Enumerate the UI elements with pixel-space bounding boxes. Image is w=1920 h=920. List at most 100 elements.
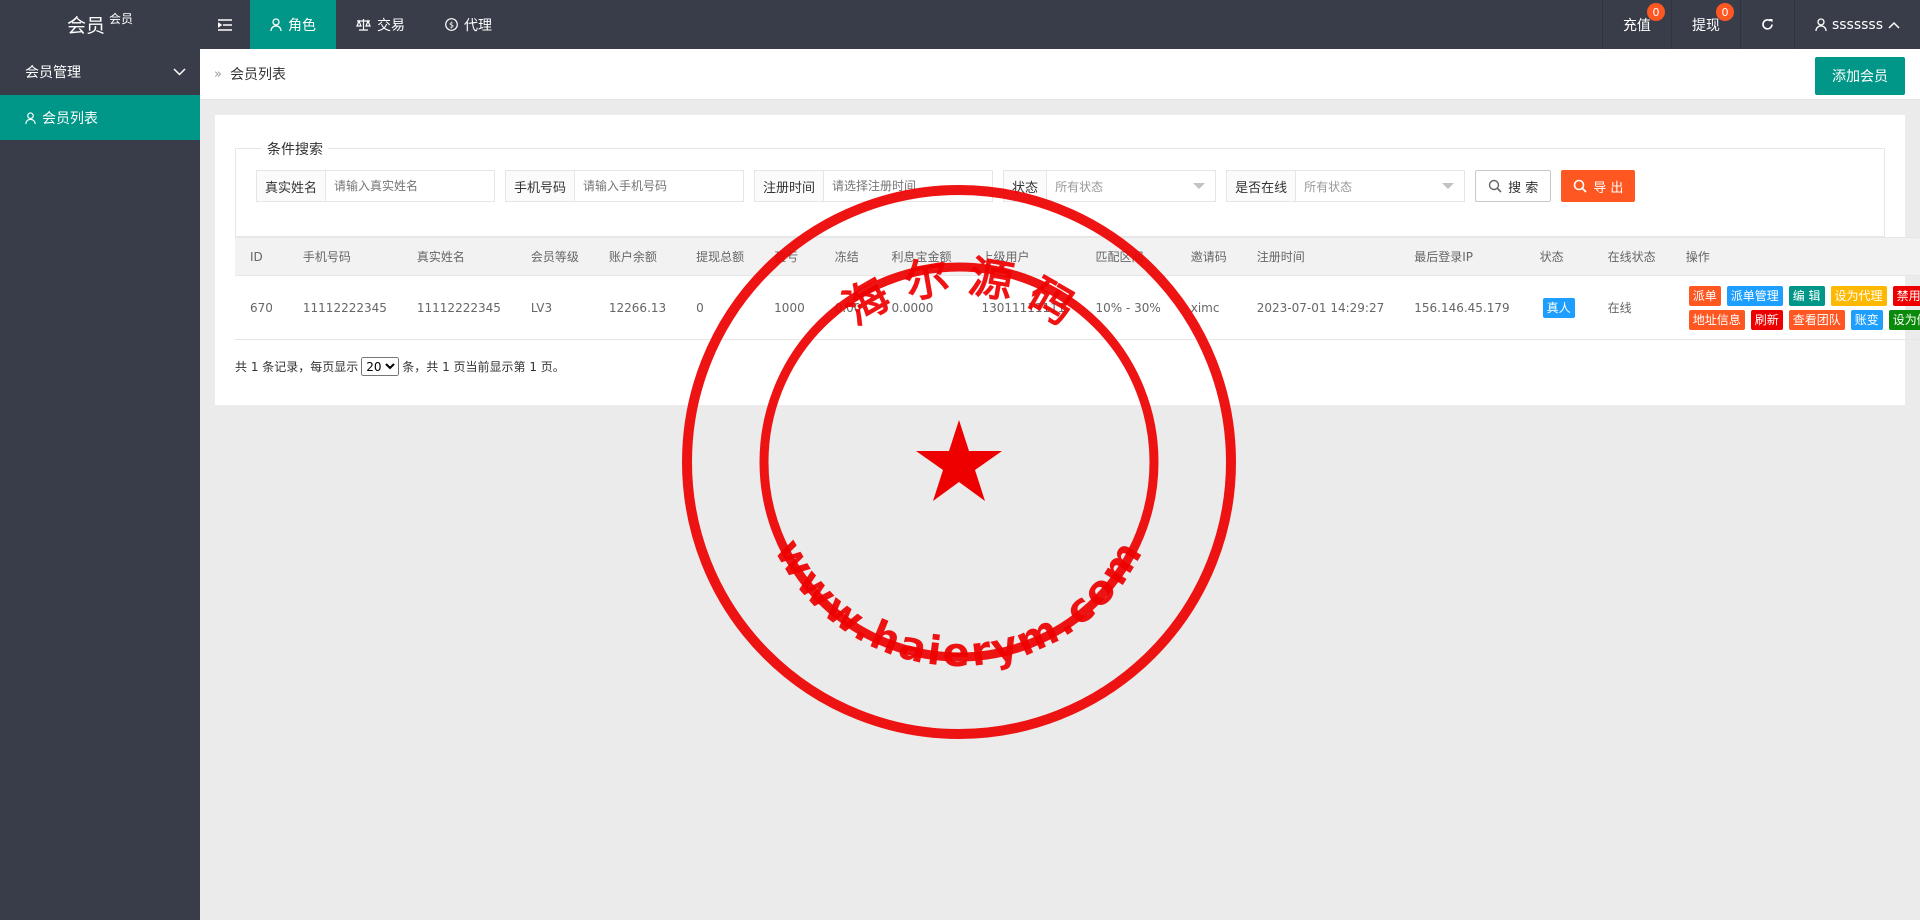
col-header: 状态: [1524, 237, 1593, 276]
sidebar-group-label: 会员管理: [25, 65, 81, 81]
status-badge: 真人: [1542, 297, 1575, 318]
topnav-item-role[interactable]: 角色: [250, 0, 336, 49]
cell-online: 在线: [1592, 275, 1671, 340]
search-icon: [1573, 179, 1587, 193]
user-menu[interactable]: sssssss: [1793, 0, 1920, 49]
action-button[interactable]: 账变: [1850, 309, 1883, 330]
select-value: 所有状态: [1304, 179, 1353, 194]
export-button-label: 导 出: [1593, 180, 1624, 196]
action-button[interactable]: 地址信息: [1688, 309, 1745, 330]
topnav-item-trade[interactable]: 交易: [336, 0, 425, 49]
action-button[interactable]: 派单管理: [1726, 285, 1783, 306]
content-card: 条件搜索 真实姓名 手机号码 注册时间 状态 所有状态: [215, 115, 1920, 405]
action-button[interactable]: 设为假: [1888, 309, 1920, 330]
sidebar-item-member-list[interactable]: 会员列表: [0, 95, 200, 140]
col-header: 真实姓名: [401, 237, 516, 276]
pager-prefix: 共 1 条记录，每页显示: [235, 360, 359, 374]
recharge-button[interactable]: 充值 0: [1601, 0, 1671, 49]
cell-parent: 13011111111: [966, 275, 1081, 340]
add-member-button[interactable]: 添加会员: [1815, 57, 1905, 95]
recharge-badge: 0: [1646, 3, 1665, 21]
actions-group: 派单派单管理编 辑设为代理禁用 地址信息刷新查看团队账变设为假: [1686, 285, 1920, 331]
topnav-item-agent[interactable]: $ 代理: [425, 0, 512, 49]
field-label: 手机号码: [506, 171, 576, 201]
user-icon: [270, 18, 282, 31]
pager-suffix: 条，共 1 页当前显示第 1 页。: [402, 360, 565, 374]
recharge-label: 充值: [1622, 17, 1651, 34]
sidebar-group-member[interactable]: 会员管理: [0, 49, 200, 95]
action-button[interactable]: 编 辑: [1788, 285, 1825, 306]
col-header: 操作: [1670, 237, 1920, 276]
withdraw-badge: 0: [1715, 3, 1734, 21]
member-table: ID 手机号码 真实姓名 会员等级 账户余额 提现总额 盈亏 冻结 利息宝金额 …: [235, 237, 1920, 340]
cell-withdraw-total: 0: [681, 275, 760, 340]
col-header: 会员等级: [515, 237, 594, 276]
col-header: 盈亏: [759, 237, 820, 276]
withdraw-button[interactable]: 提现 0: [1670, 0, 1740, 49]
field-label: 是否在线: [1227, 171, 1297, 201]
phone-input[interactable]: [575, 171, 744, 201]
member-table-wrap: ID 手机号码 真实姓名 会员等级 账户余额 提现总额 盈亏 冻结 利息宝金额 …: [235, 237, 1920, 341]
chevron-down-icon: [173, 68, 186, 76]
field-label: 状态: [1004, 171, 1048, 201]
refresh-button[interactable]: [1739, 0, 1794, 49]
col-header: 在线状态: [1592, 237, 1671, 276]
table-row: 670 11112222345 11112222345 LV3 12266.13…: [235, 275, 1920, 340]
actions-line: 派单 派单管理编 辑设为代理 禁用: [1686, 285, 1920, 307]
svg-text:$: $: [449, 21, 454, 30]
caret-down-icon: [1193, 183, 1206, 189]
col-header: 注册时间: [1241, 237, 1400, 276]
col-header: 提现总额: [681, 237, 760, 276]
action-button[interactable]: 禁用: [1892, 285, 1920, 306]
online-select[interactable]: 所有状态: [1296, 171, 1464, 201]
register-time-input[interactable]: [824, 171, 993, 201]
col-header: 上级用户: [966, 237, 1081, 276]
col-header: 邀请码: [1175, 237, 1242, 276]
phone-field: 手机号码: [505, 170, 745, 202]
field-label: 真实姓名: [257, 171, 327, 201]
breadcrumb: » 会员列表 添加会员: [200, 49, 1920, 100]
cell-status: 真人: [1524, 275, 1593, 340]
topnav-item-label: 代理: [464, 17, 492, 34]
online-field: 是否在线 所有状态: [1226, 170, 1466, 202]
cell-interest: 0.0000: [876, 275, 967, 340]
username: sssssss: [1831, 16, 1883, 33]
action-button[interactable]: 设为代理: [1830, 285, 1887, 306]
status-field: 状态 所有状态: [1003, 170, 1217, 202]
top-bar: 会员 会员 角色 交易 $ 代理 充值 0 提现 0 sssssss: [0, 0, 1920, 49]
refresh-icon: [1762, 19, 1773, 30]
action-button[interactable]: 查看团队: [1788, 309, 1845, 330]
search-icon: [1488, 179, 1502, 193]
scale-icon: [356, 19, 371, 31]
status-select[interactable]: 所有状态: [1047, 171, 1215, 201]
action-button[interactable]: 刷新: [1750, 309, 1783, 330]
breadcrumb-current: 会员列表: [229, 67, 286, 83]
menu-toggle-button[interactable]: [200, 0, 250, 49]
search-fieldset: 条件搜索 真实姓名 手机号码 注册时间 状态 所有状态: [235, 139, 1885, 237]
cell-frozen: 0.00: [819, 275, 877, 340]
top-right: 充值 0 提现 0 sssssss: [1601, 0, 1920, 49]
select-value: 所有状态: [1055, 179, 1104, 194]
page-size-select[interactable]: 20: [361, 357, 400, 376]
user-icon: [25, 111, 36, 124]
logo-sup: 会员: [109, 12, 134, 26]
search-legend: 条件搜索: [262, 139, 328, 159]
real-name-input[interactable]: [326, 171, 495, 201]
field-label: 注册时间: [755, 171, 825, 201]
search-row: 真实姓名 手机号码 注册时间 状态 所有状态 是否在线: [256, 170, 1636, 202]
logo: 会员 会员: [0, 0, 200, 49]
table-header-row: ID 手机号码 真实姓名 会员等级 账户余额 提现总额 盈亏 冻结 利息宝金额 …: [235, 237, 1920, 276]
logo-text: 会员: [66, 15, 105, 37]
pagination: 共 1 条记录，每页显示 20 条，共 1 页当前显示第 1 页。: [235, 357, 565, 376]
action-button[interactable]: 派单: [1688, 285, 1721, 306]
export-button[interactable]: 导 出: [1561, 170, 1636, 202]
stamp-bottom-text: www.haierym.com: [765, 531, 1153, 676]
col-header: 冻结: [819, 237, 877, 276]
cell-range: 10% - 30%: [1080, 275, 1176, 340]
actions-line: 地址信息刷新查看团队账变设为假: [1686, 309, 1920, 331]
cell-phone: 11112222345: [287, 275, 402, 340]
chevron-up-icon: [1888, 21, 1900, 29]
top-nav: 角色 交易 $ 代理: [200, 0, 512, 49]
cell-invite: ximc: [1175, 275, 1242, 340]
search-button[interactable]: 搜 索: [1475, 170, 1552, 202]
